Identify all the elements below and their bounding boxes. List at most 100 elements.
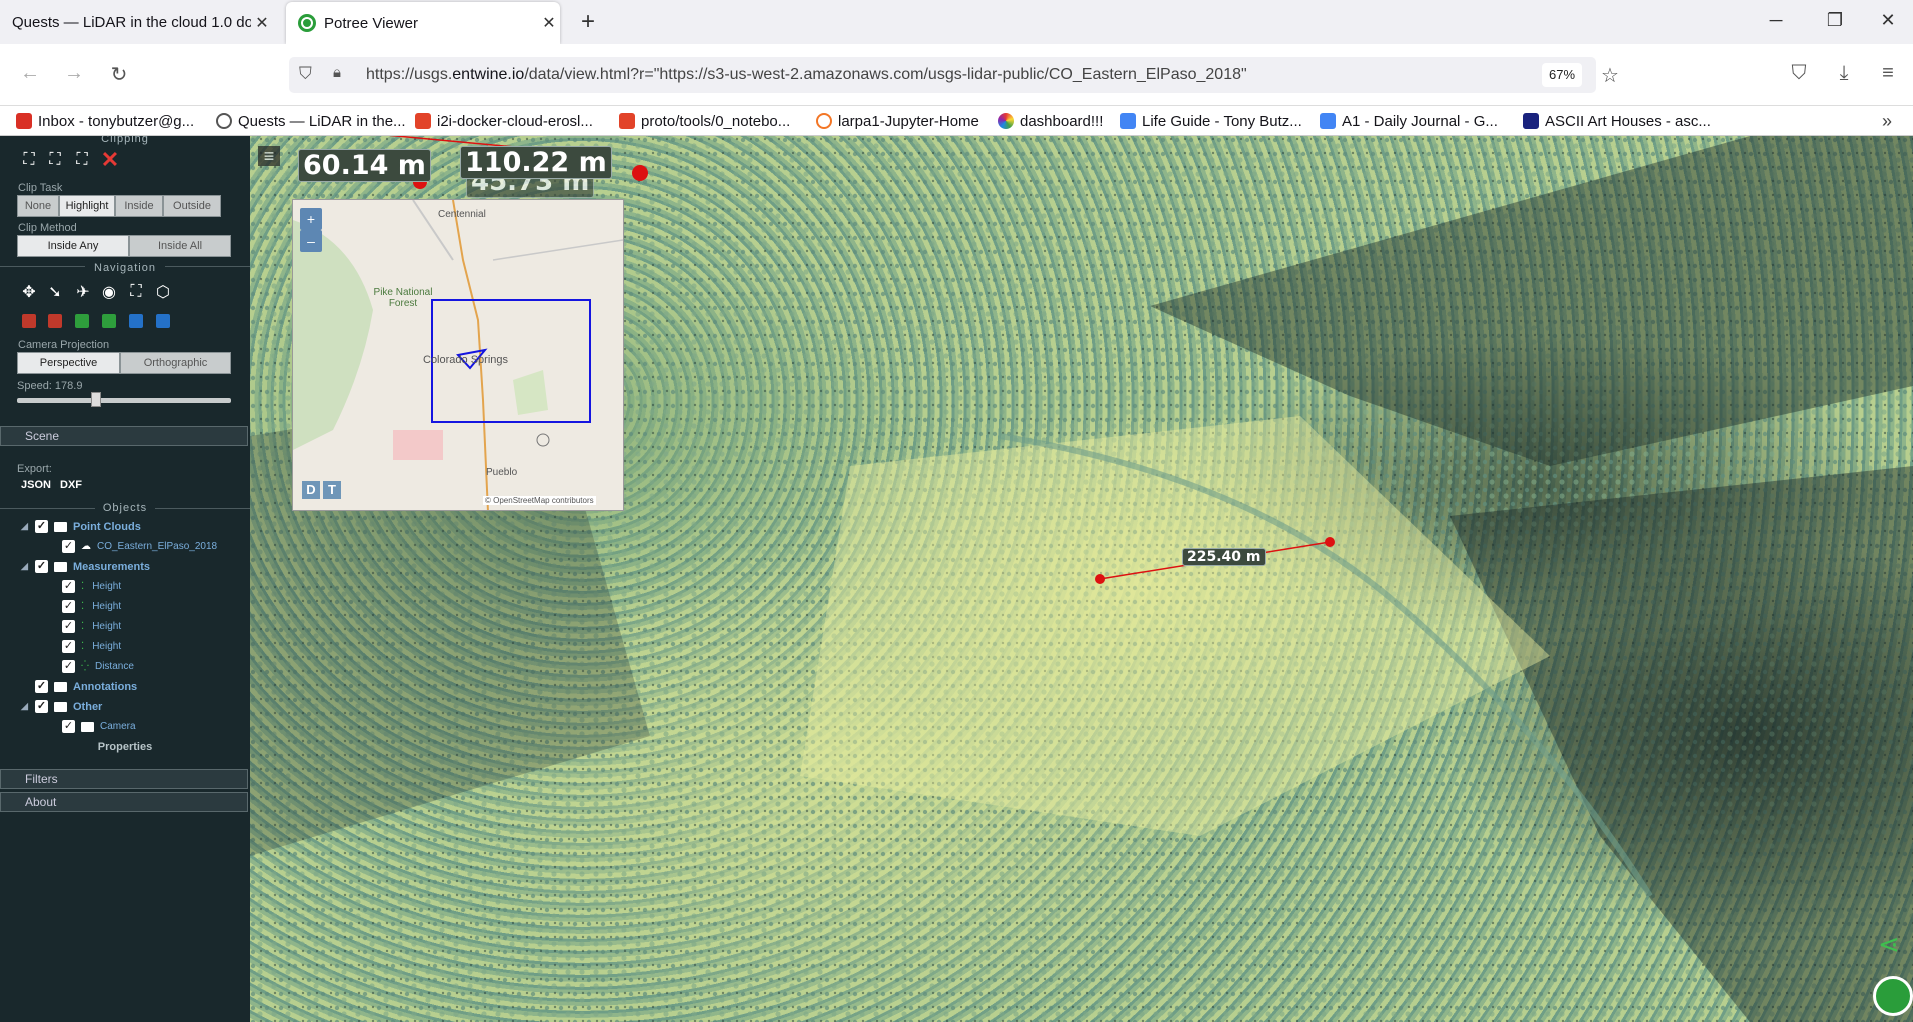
clip-task-highlight-button[interactable]: Highlight — [59, 195, 115, 217]
tree-measurements[interactable]: ◢ ✓ Measurements — [21, 560, 150, 573]
tree-point-clouds[interactable]: ◢ ✓ Point Clouds — [21, 520, 141, 533]
checkbox-icon[interactable]: ✓ — [62, 540, 75, 553]
filters-panel-header[interactable]: Filters — [0, 769, 248, 789]
camera-projection-group: Perspective Orthographic — [17, 352, 231, 374]
new-tab-plus-icon[interactable]: + — [575, 8, 601, 36]
checkbox-icon[interactable]: ✓ — [62, 720, 75, 733]
speed-slider-track[interactable] — [17, 398, 231, 403]
tree-annotations[interactable]: ✓ Annotations — [21, 680, 137, 693]
map-download-button[interactable]: D — [302, 481, 320, 499]
earth-control-icon[interactable]: ✥ — [19, 282, 39, 302]
lock-icon[interactable]: 🔒︎ — [333, 64, 341, 81]
inside-all-button[interactable]: Inside All — [129, 235, 231, 257]
clip-volume-icon[interactable]: ⛶ — [19, 150, 39, 170]
export-dxf-button[interactable]: DXF — [60, 479, 82, 491]
speed-slider-handle[interactable] — [91, 392, 101, 407]
orbit-control-icon[interactable]: ◉ — [99, 282, 119, 302]
remove-clip-icon[interactable]: ✕ — [100, 147, 120, 172]
expand-triangle-icon[interactable]: ◢ — [21, 561, 35, 572]
left-view-icon[interactable] — [22, 314, 36, 328]
checkbox-icon[interactable]: ✓ — [35, 700, 48, 713]
clip-polygon-icon[interactable]: ⛶ — [45, 150, 65, 170]
bottom-view-icon[interactable] — [102, 314, 116, 328]
url-text[interactable]: https://usgs.entwine.io/data/view.html?r… — [366, 66, 1247, 84]
address-bar[interactable]: ⛉ 🔒︎ https://usgs.entwine.io/data/view.h… — [289, 57, 1619, 93]
expand-triangle-icon[interactable]: ◢ — [21, 521, 35, 532]
close-icon[interactable]: ✕ — [251, 13, 273, 33]
clip-task-inside-button[interactable]: Inside — [115, 195, 163, 217]
menu-icon[interactable]: ≡ — [1875, 62, 1901, 85]
scene-panel-header[interactable]: Scene — [0, 426, 248, 446]
checkbox-icon[interactable]: ✓ — [62, 600, 75, 613]
minimize-icon[interactable]: ─ — [1761, 10, 1791, 31]
tree-cloud-item[interactable]: ✓ ☁ CO_Eastern_ElPaso_2018 — [62, 540, 217, 553]
minimap[interactable]: Centennial Pike National Forest Colorado… — [292, 199, 624, 511]
about-panel-header[interactable]: About — [0, 792, 248, 812]
tree-measurement-item[interactable]: ✓ ⁚ Height — [62, 620, 121, 633]
checkbox-icon[interactable]: ✓ — [62, 580, 75, 593]
tree-measurement-item[interactable]: ✓ ⁛ Distance — [62, 660, 134, 673]
window-close-icon[interactable]: ✕ — [1873, 10, 1903, 31]
bookmark-item[interactable]: dashboard!!! — [998, 110, 1103, 132]
height-icon: ⁚ — [81, 601, 85, 612]
expand-triangle-icon[interactable]: ◢ — [21, 701, 35, 712]
checkbox-icon[interactable]: ✓ — [62, 620, 75, 633]
forward-arrow-icon[interactable]: → — [61, 62, 87, 85]
share-icon[interactable]: ⋖ — [1878, 929, 1908, 959]
checkbox-icon[interactable]: ✓ — [35, 520, 48, 533]
helicopter-control-icon[interactable]: ✈ — [73, 282, 93, 302]
checkbox-icon[interactable]: ✓ — [35, 680, 48, 693]
bookmark-item[interactable]: i2i-docker-cloud-erosl... — [415, 110, 593, 132]
tree-measurement-item[interactable]: ✓ ⁚ Height — [62, 640, 121, 653]
tree-camera-item[interactable]: ✓ Camera — [62, 720, 136, 733]
close-icon[interactable]: ✕ — [538, 13, 560, 33]
top-view-icon[interactable] — [75, 314, 89, 328]
docs-icon — [1320, 113, 1336, 129]
download-icon[interactable]: ⤓ — [1831, 62, 1857, 85]
checkbox-icon[interactable]: ✓ — [35, 560, 48, 573]
tree-measurement-item[interactable]: ✓ ⁚ Height — [62, 600, 121, 613]
bookmark-item[interactable]: Inbox - tonybutzer@g... — [16, 110, 194, 132]
tree-other[interactable]: ◢ ✓ Other — [21, 700, 102, 713]
checkbox-icon[interactable]: ✓ — [62, 640, 75, 653]
clip-task-none-button[interactable]: None — [17, 195, 59, 217]
checkbox-icon[interactable]: ✓ — [62, 660, 75, 673]
restore-icon[interactable]: ❐ — [1820, 10, 1850, 31]
export-json-button[interactable]: JSON — [21, 479, 51, 491]
perspective-button[interactable]: Perspective — [17, 352, 120, 374]
bookmark-item[interactable]: ASCII Art Houses - asc... — [1523, 110, 1711, 132]
tab-title: Potree Viewer — [324, 14, 418, 32]
map-zoom-in-button[interactable]: + — [300, 208, 322, 230]
back-arrow-icon[interactable]: ← — [17, 62, 43, 85]
bookmark-item[interactable]: Life Guide - Tony Butz... — [1120, 110, 1302, 132]
shield-icon[interactable]: ⛉ — [299, 64, 312, 84]
map-zoom-out-button[interactable]: – — [300, 230, 322, 252]
more-bookmarks-chevron-icon[interactable]: » — [1882, 110, 1892, 132]
star-icon[interactable]: ☆ — [1601, 63, 1619, 88]
back-view-icon[interactable] — [156, 314, 170, 328]
gitlab-icon — [415, 113, 431, 129]
bookmark-item[interactable]: Quests — LiDAR in the... — [216, 110, 406, 132]
fly-control-icon[interactable]: ➘ — [45, 282, 65, 302]
bookmark-item[interactable]: larpa1-Jupyter-Home — [816, 110, 979, 132]
bookmark-item[interactable]: proto/tools/0_notebo... — [619, 110, 790, 132]
bookmark-item[interactable]: A1 - Daily Journal - G... — [1320, 110, 1498, 132]
tab-potree-viewer[interactable]: Potree Viewer ✕ — [286, 2, 560, 44]
navigation-cube-icon[interactable]: ⬡ — [153, 282, 173, 302]
clip-box-icon[interactable]: ⛶ — [72, 150, 92, 170]
map-attribution[interactable]: © OpenStreetMap contributors — [483, 496, 596, 505]
map-tiles-button[interactable]: T — [323, 481, 341, 499]
reload-icon[interactable]: ↻ — [106, 62, 132, 87]
pocket-icon[interactable]: ⛉ — [1786, 62, 1812, 85]
front-view-icon[interactable] — [48, 314, 62, 328]
zoom-level-badge[interactable]: 67% — [1542, 63, 1582, 87]
clip-task-outside-button[interactable]: Outside — [163, 195, 221, 217]
folder-icon — [54, 701, 67, 712]
right-view-icon[interactable] — [129, 314, 143, 328]
focus-icon[interactable]: ⛶ — [126, 282, 146, 302]
tab-quests[interactable]: Quests — LiDAR in the cloud 1.0 do ✕ — [0, 1, 273, 44]
orthographic-button[interactable]: Orthographic — [120, 352, 231, 374]
inside-any-button[interactable]: Inside Any — [17, 235, 129, 257]
menu-toggle-icon[interactable]: ≡ — [258, 146, 280, 166]
tree-measurement-item[interactable]: ✓ ⁚ Height — [62, 580, 121, 593]
